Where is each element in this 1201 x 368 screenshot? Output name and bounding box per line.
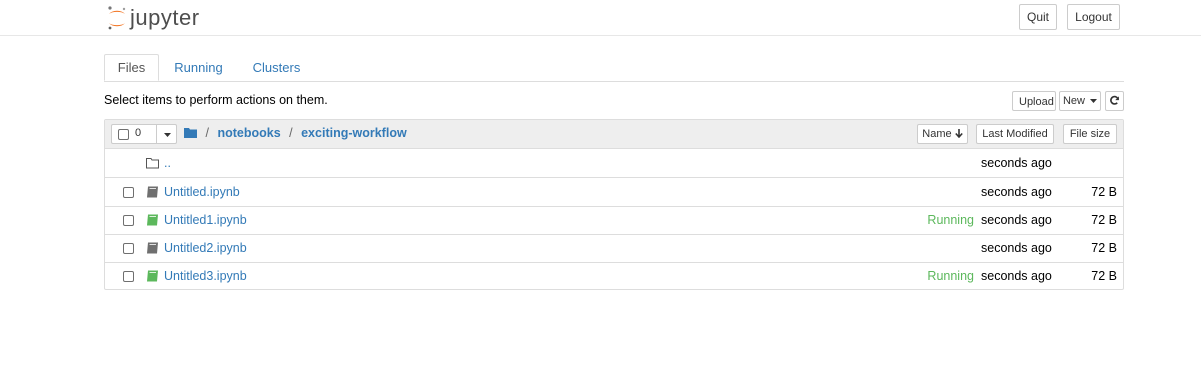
select-all-checkbox[interactable]	[118, 129, 129, 140]
item-name[interactable]: Untitled.ipynb	[164, 185, 240, 199]
folder-outline-icon	[146, 158, 159, 169]
item-size: 72 B	[1091, 185, 1117, 199]
select-all-group[interactable]: 0	[111, 124, 177, 144]
sort-by-name-button[interactable]: Name	[917, 124, 968, 144]
notebook-icon	[147, 186, 158, 198]
sort-by-size-button[interactable]: File size	[1063, 124, 1117, 144]
item-name[interactable]: Untitled1.ipynb	[164, 213, 247, 227]
list-item[interactable]: Untitled1.ipynb Running seconds ago 72 B	[105, 206, 1123, 235]
sort-name-label: Name	[922, 128, 952, 140]
list-item[interactable]: Untitled.ipynb seconds ago 72 B	[105, 178, 1123, 207]
tab-files[interactable]: Files	[104, 54, 159, 81]
running-status: Running	[927, 269, 974, 283]
item-modified: seconds ago	[981, 185, 1052, 199]
refresh-icon	[1110, 95, 1119, 105]
breadcrumb-exciting-workflow[interactable]: exciting-workflow	[301, 126, 407, 140]
caret-down-icon	[1090, 99, 1098, 104]
item-modified: seconds ago	[981, 269, 1052, 283]
item-checkbox[interactable]	[123, 215, 134, 226]
list-item[interactable]: .. seconds ago	[105, 149, 1123, 178]
sort-by-modified-button[interactable]: Last Modified	[976, 124, 1054, 144]
jupyter-logo-icon	[108, 6, 126, 30]
item-modified: seconds ago	[981, 156, 1052, 170]
quit-button[interactable]: Quit	[1019, 4, 1057, 30]
item-modified: seconds ago	[981, 213, 1052, 227]
breadcrumb-separator: /	[289, 126, 293, 140]
arrow-down-icon	[954, 129, 963, 139]
selected-count: 0	[135, 127, 142, 139]
caret-down-icon	[164, 133, 171, 137]
breadcrumb: / notebooks / exciting-workflow	[184, 126, 407, 140]
upload-button[interactable]: Upload	[1012, 91, 1056, 111]
selection-notice: Select items to perform actions on them.	[104, 93, 328, 107]
running-status: Running	[927, 213, 974, 227]
tab-running[interactable]: Running	[166, 54, 231, 81]
tab-clusters[interactable]: Clusters	[244, 54, 309, 81]
item-size: 72 B	[1091, 213, 1117, 227]
tab-bar: Files Running Clusters	[104, 54, 1124, 82]
item-name[interactable]: ..	[164, 156, 171, 170]
breadcrumb-notebooks[interactable]: notebooks	[217, 126, 280, 140]
folder-icon[interactable]	[184, 127, 197, 138]
select-dropdown-toggle[interactable]	[156, 125, 177, 143]
notebook-icon	[147, 242, 158, 254]
item-size: 72 B	[1091, 269, 1117, 283]
notebook-running-icon	[147, 214, 158, 226]
notebook-running-icon	[147, 270, 158, 282]
list-item[interactable]: Untitled2.ipynb seconds ago 72 B	[105, 234, 1123, 263]
logo-text: jupyter	[130, 5, 200, 30]
item-name[interactable]: Untitled2.ipynb	[164, 241, 247, 255]
item-size: 72 B	[1091, 241, 1117, 255]
item-checkbox[interactable]	[123, 243, 134, 254]
refresh-button[interactable]	[1105, 91, 1124, 111]
jupyter-logo[interactable]: jupyter	[106, 4, 200, 32]
item-name[interactable]: Untitled3.ipynb	[164, 269, 247, 283]
new-dropdown-button[interactable]: New	[1059, 91, 1101, 111]
item-checkbox[interactable]	[123, 187, 134, 198]
header-bar: jupyter Quit Logout	[0, 0, 1201, 36]
breadcrumb-separator: /	[205, 126, 209, 140]
list-header: 0 / notebooks / exciting-workflow Name L…	[105, 120, 1123, 149]
new-label: New	[1062, 95, 1085, 107]
list-item[interactable]: Untitled3.ipynb Running seconds ago 72 B	[105, 262, 1123, 290]
file-list: 0 / notebooks / exciting-workflow Name L…	[104, 119, 1124, 290]
logout-button[interactable]: Logout	[1067, 4, 1120, 30]
item-modified: seconds ago	[981, 241, 1052, 255]
item-checkbox[interactable]	[123, 271, 134, 282]
